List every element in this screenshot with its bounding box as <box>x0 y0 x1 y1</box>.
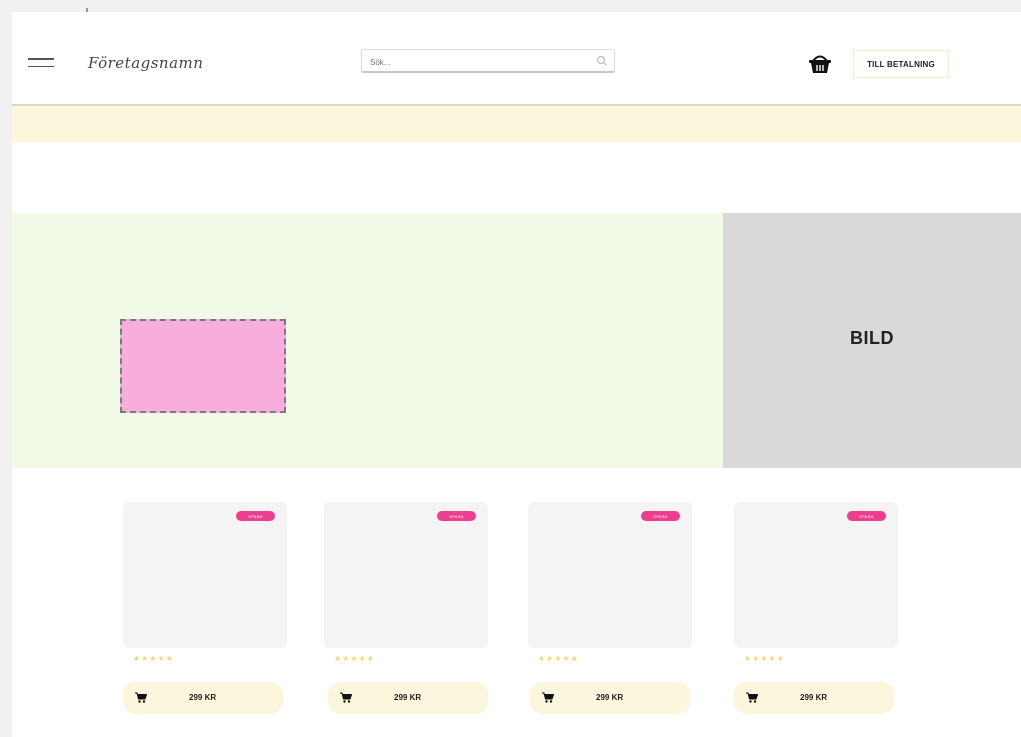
star-rating: ★★★★★ <box>334 654 375 663</box>
sale-badge: SPARA <box>641 511 680 521</box>
cart-icon <box>542 692 554 703</box>
product-image[interactable]: SPARA <box>528 502 692 648</box>
promo-bar <box>12 106 1021 142</box>
search-input[interactable] <box>368 53 592 71</box>
product-image[interactable]: SPARA <box>123 502 287 648</box>
hamburger-menu-icon[interactable] <box>28 58 54 72</box>
product-image[interactable]: SPARA <box>734 502 898 648</box>
hero-image-label: BILD <box>850 328 894 348</box>
product-price: 299 KR <box>189 693 217 702</box>
site-header: Företagsnamn TILL BETALNING <box>12 12 1021 106</box>
page: Företagsnamn TILL BETALNING BILD <box>12 12 1021 737</box>
star-rating: ★★★★★ <box>538 654 579 663</box>
product-image[interactable]: SPARA <box>324 502 488 648</box>
add-to-cart-button[interactable]: 299 KR <box>734 682 894 714</box>
hero-image: BILD <box>723 213 1021 468</box>
product-price: 299 KR <box>596 693 624 702</box>
star-rating: ★★★★★ <box>133 654 174 663</box>
hero-content-area <box>12 213 723 468</box>
company-logo[interactable]: Företagsnamn <box>88 54 203 72</box>
checkout-button[interactable]: TILL BETALNING <box>853 50 949 78</box>
search-box[interactable] <box>361 49 615 73</box>
cart-icon <box>135 692 147 703</box>
add-to-cart-button[interactable]: 299 KR <box>530 682 690 714</box>
product-price: 299 KR <box>800 693 828 702</box>
add-to-cart-button[interactable]: 299 KR <box>328 682 488 714</box>
sale-badge: SPARA <box>847 511 886 521</box>
hero-placeholder-box <box>120 319 286 413</box>
search-icon[interactable] <box>596 55 608 67</box>
star-rating: ★★★★★ <box>744 654 785 663</box>
sale-badge: SPARA <box>236 511 275 521</box>
cart-icon <box>746 692 758 703</box>
hero-banner: BILD <box>12 213 1021 468</box>
shopping-basket-icon[interactable] <box>808 52 832 74</box>
sale-badge: SPARA <box>437 511 476 521</box>
product-price: 299 KR <box>394 693 422 702</box>
cart-icon <box>340 692 352 703</box>
add-to-cart-button[interactable]: 299 KR <box>123 682 283 714</box>
